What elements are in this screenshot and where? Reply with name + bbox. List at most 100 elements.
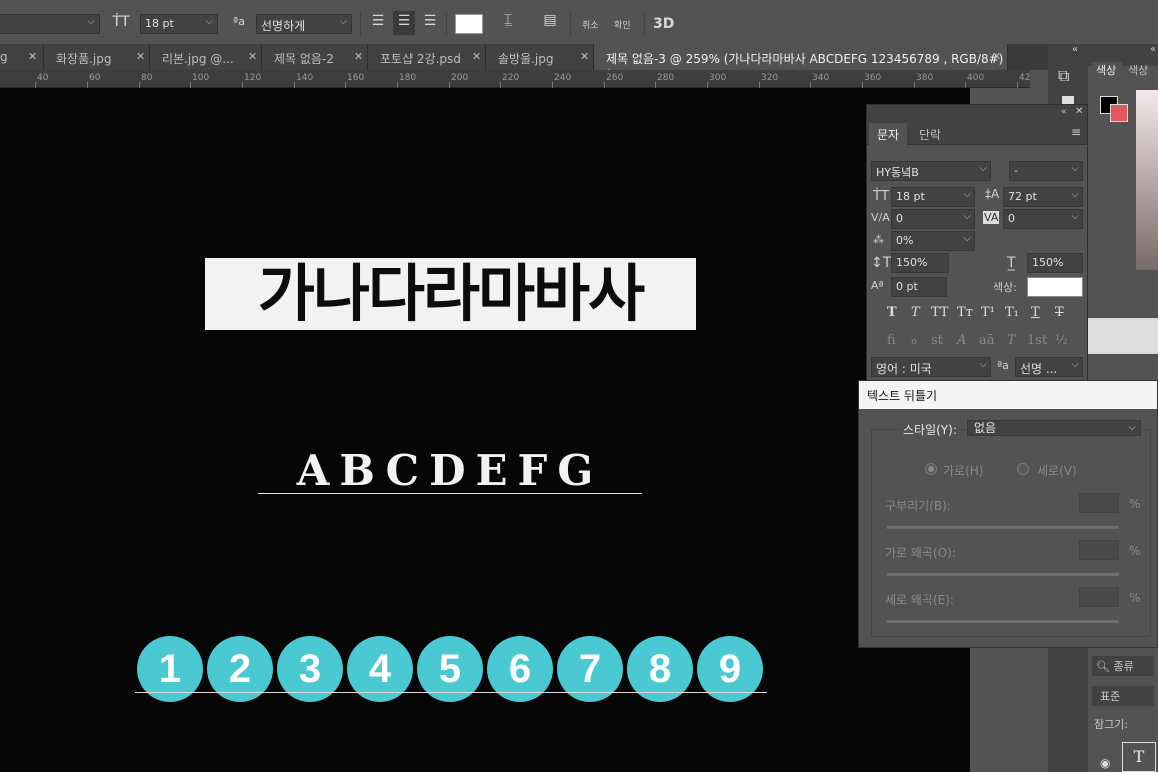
faux-bold-button[interactable]: T xyxy=(887,305,897,320)
font-size-field[interactable]: 18 pt ⌵ xyxy=(891,187,975,207)
tab-paragraph[interactable]: 단락 xyxy=(911,123,949,147)
close-icon[interactable]: ✕ xyxy=(580,50,589,63)
color-field[interactable] xyxy=(1136,90,1158,270)
panel-menu-icon[interactable]: ≡ xyxy=(1071,125,1081,139)
number-text-layer[interactable]: 1 2 3 4 5 6 7 8 9 xyxy=(135,636,767,704)
contextual-alt-button[interactable]: ℴ xyxy=(911,333,917,348)
divider xyxy=(644,12,645,36)
underline-button[interactable]: T xyxy=(1031,305,1040,320)
baseline-shift-value: 0 pt xyxy=(896,280,918,293)
panel-header xyxy=(867,105,1087,119)
font-style-dropdown[interactable]: ⌵ xyxy=(0,14,100,34)
commit-button[interactable]: 확인 xyxy=(614,18,631,31)
text-layer-thumbnail-icon[interactable]: T xyxy=(1122,742,1156,772)
small-caps-button[interactable]: Tт xyxy=(957,305,973,320)
bend-field[interactable] xyxy=(1079,493,1119,513)
collapse-icon[interactable]: « xyxy=(1061,107,1067,117)
language-dropdown[interactable]: 영어 : 미국 ⌵ xyxy=(871,357,991,377)
horizontal-radio[interactable] xyxy=(925,463,937,475)
close-icon[interactable]: ✕ xyxy=(136,50,145,63)
tab-document[interactable]: 화장품.jpg ✕ xyxy=(44,44,150,70)
titling-alt-button[interactable]: T xyxy=(1007,333,1016,348)
cancel-button[interactable]: 취소 xyxy=(582,18,599,31)
kerning-field[interactable]: 0 ⌵ xyxy=(891,209,975,229)
anti-alias-dropdown[interactable]: 선명 ... ⌵ xyxy=(1015,357,1083,377)
text-color-swatch[interactable] xyxy=(1027,277,1083,297)
tab-document[interactable]: 제목 없음-2 ✕ xyxy=(262,44,368,70)
tab-document[interactable]: 포토샵 2강.psd ✕ xyxy=(368,44,486,70)
collapse-icon[interactable]: « xyxy=(1150,44,1156,55)
font-size-dropdown[interactable]: 18 pt ⌵ xyxy=(140,14,218,34)
faux-italic-button[interactable]: T xyxy=(911,305,920,320)
fractions-button[interactable]: ½ xyxy=(1055,333,1068,348)
ruler-label: 400 xyxy=(967,73,985,83)
tab-document[interactable]: 리본.jpg @... ✕ xyxy=(150,44,262,70)
style-value: 없음 xyxy=(974,421,997,435)
ordinals-button[interactable]: 1st xyxy=(1027,333,1047,348)
close-icon[interactable]: ✕ xyxy=(354,50,363,63)
strikethrough-button[interactable]: T xyxy=(1055,305,1064,320)
font-family-dropdown[interactable]: HY동녘B ⌵ xyxy=(871,161,991,181)
layer-filter-label: 종류 xyxy=(1113,660,1134,673)
visibility-eye-icon[interactable]: ◉ xyxy=(1100,756,1110,770)
baseline-shift-field[interactable]: 0 pt xyxy=(891,277,947,297)
latin-text-layer[interactable]: ABCDEFG xyxy=(258,448,642,494)
discretionary-ligature-button[interactable]: st xyxy=(931,333,943,348)
tsume-field[interactable]: 0% ⌵ xyxy=(891,231,975,251)
align-left-icon[interactable]: ☰ xyxy=(368,13,388,29)
align-center-icon[interactable]: ☰ xyxy=(393,11,415,35)
warp-text-icon[interactable]: ⌶̲ xyxy=(496,12,520,28)
style-dropdown[interactable]: 없음 ⌵ xyxy=(967,420,1141,436)
v-distortion-slider[interactable] xyxy=(887,620,1119,623)
divider xyxy=(570,12,571,36)
layer-filter[interactable]: 🔍︎ 종류 xyxy=(1092,656,1154,676)
font-style-dropdown[interactable]: - ⌵ xyxy=(1009,161,1083,181)
ruler-label: 100 xyxy=(192,73,210,83)
swatches-strip[interactable] xyxy=(1088,318,1158,354)
all-caps-button[interactable]: TT xyxy=(931,305,949,320)
horizontal-scale-field[interactable]: 150% xyxy=(1027,253,1083,273)
h-distortion-field[interactable] xyxy=(1079,540,1119,560)
tracking-field[interactable]: 0 ⌵ xyxy=(1003,209,1083,229)
divider xyxy=(360,12,361,36)
vertical-radio[interactable] xyxy=(1017,463,1029,475)
subscript-button[interactable]: T₁ xyxy=(1005,305,1019,320)
options-bar: ⌵ ṪT 18 pt ⌵ ªa 선명하게 ⌵ ☰ ☰ ☰ ⌶̲ ▤ 취소 확인 3D xyxy=(0,0,1158,48)
tab-color[interactable]: 색상 xyxy=(1092,62,1122,84)
collapse-icon[interactable]: « xyxy=(1072,44,1078,55)
stylistic-alt-button[interactable]: aā xyxy=(979,333,995,348)
background-color-swatch[interactable] xyxy=(1110,104,1128,122)
close-icon[interactable]: ✕ xyxy=(248,50,257,63)
ruler-label: 60 xyxy=(89,73,101,83)
tab-character[interactable]: 문자 xyxy=(869,123,908,147)
tab-document-active[interactable]: 제목 없음-3 @ 259% (가나다라마바사 ABCDEFG 12345678… xyxy=(594,44,1008,81)
hangul-text-layer[interactable]: 가나다라마바사 xyxy=(205,258,696,330)
properties-icon[interactable] xyxy=(1062,96,1074,104)
bend-slider[interactable] xyxy=(887,526,1119,529)
anti-alias-dropdown[interactable]: 선명하게 ⌵ xyxy=(256,14,352,34)
3d-button[interactable]: 3D xyxy=(653,16,674,32)
bend-label: 구부리기(B): xyxy=(885,499,951,513)
document-tabs: g ✕ 화장품.jpg ✕ 리본.jpg @... ✕ 제목 없음-2 ✕ 포토샵 2강… xyxy=(0,44,1048,81)
text-color-swatch[interactable] xyxy=(455,14,483,34)
align-right-icon[interactable]: ☰ xyxy=(420,13,440,29)
ligature-button[interactable]: fi xyxy=(887,333,896,348)
close-icon[interactable]: ✕ xyxy=(1075,106,1083,117)
h-distortion-slider[interactable] xyxy=(887,573,1119,576)
close-icon[interactable]: ✕ xyxy=(472,50,481,63)
blend-mode-dropdown[interactable]: 표준 xyxy=(1092,686,1154,706)
v-distortion-label: 세로 왜곡(E): xyxy=(885,593,954,607)
swash-button[interactable]: A xyxy=(957,333,966,348)
v-distortion-field[interactable] xyxy=(1079,587,1119,607)
tab-document[interactable]: 솔방울.jpg ✕ xyxy=(486,44,594,70)
vertical-scale-field[interactable]: 150% xyxy=(891,253,949,273)
tab-document[interactable]: g ✕ xyxy=(0,44,44,70)
superscript-button[interactable]: T¹ xyxy=(981,305,995,320)
leading-field[interactable]: 72 pt ⌵ xyxy=(1003,187,1083,207)
close-icon[interactable]: ✕ xyxy=(28,50,37,63)
history-icon[interactable]: ⧉ xyxy=(1058,66,1069,86)
character-panel-icon[interactable]: ▤ xyxy=(538,12,562,28)
tab-swatches[interactable]: 색상 xyxy=(1128,62,1148,78)
close-icon[interactable]: ✕ xyxy=(992,50,1001,63)
language-value: 영어 : 미국 xyxy=(876,362,932,376)
